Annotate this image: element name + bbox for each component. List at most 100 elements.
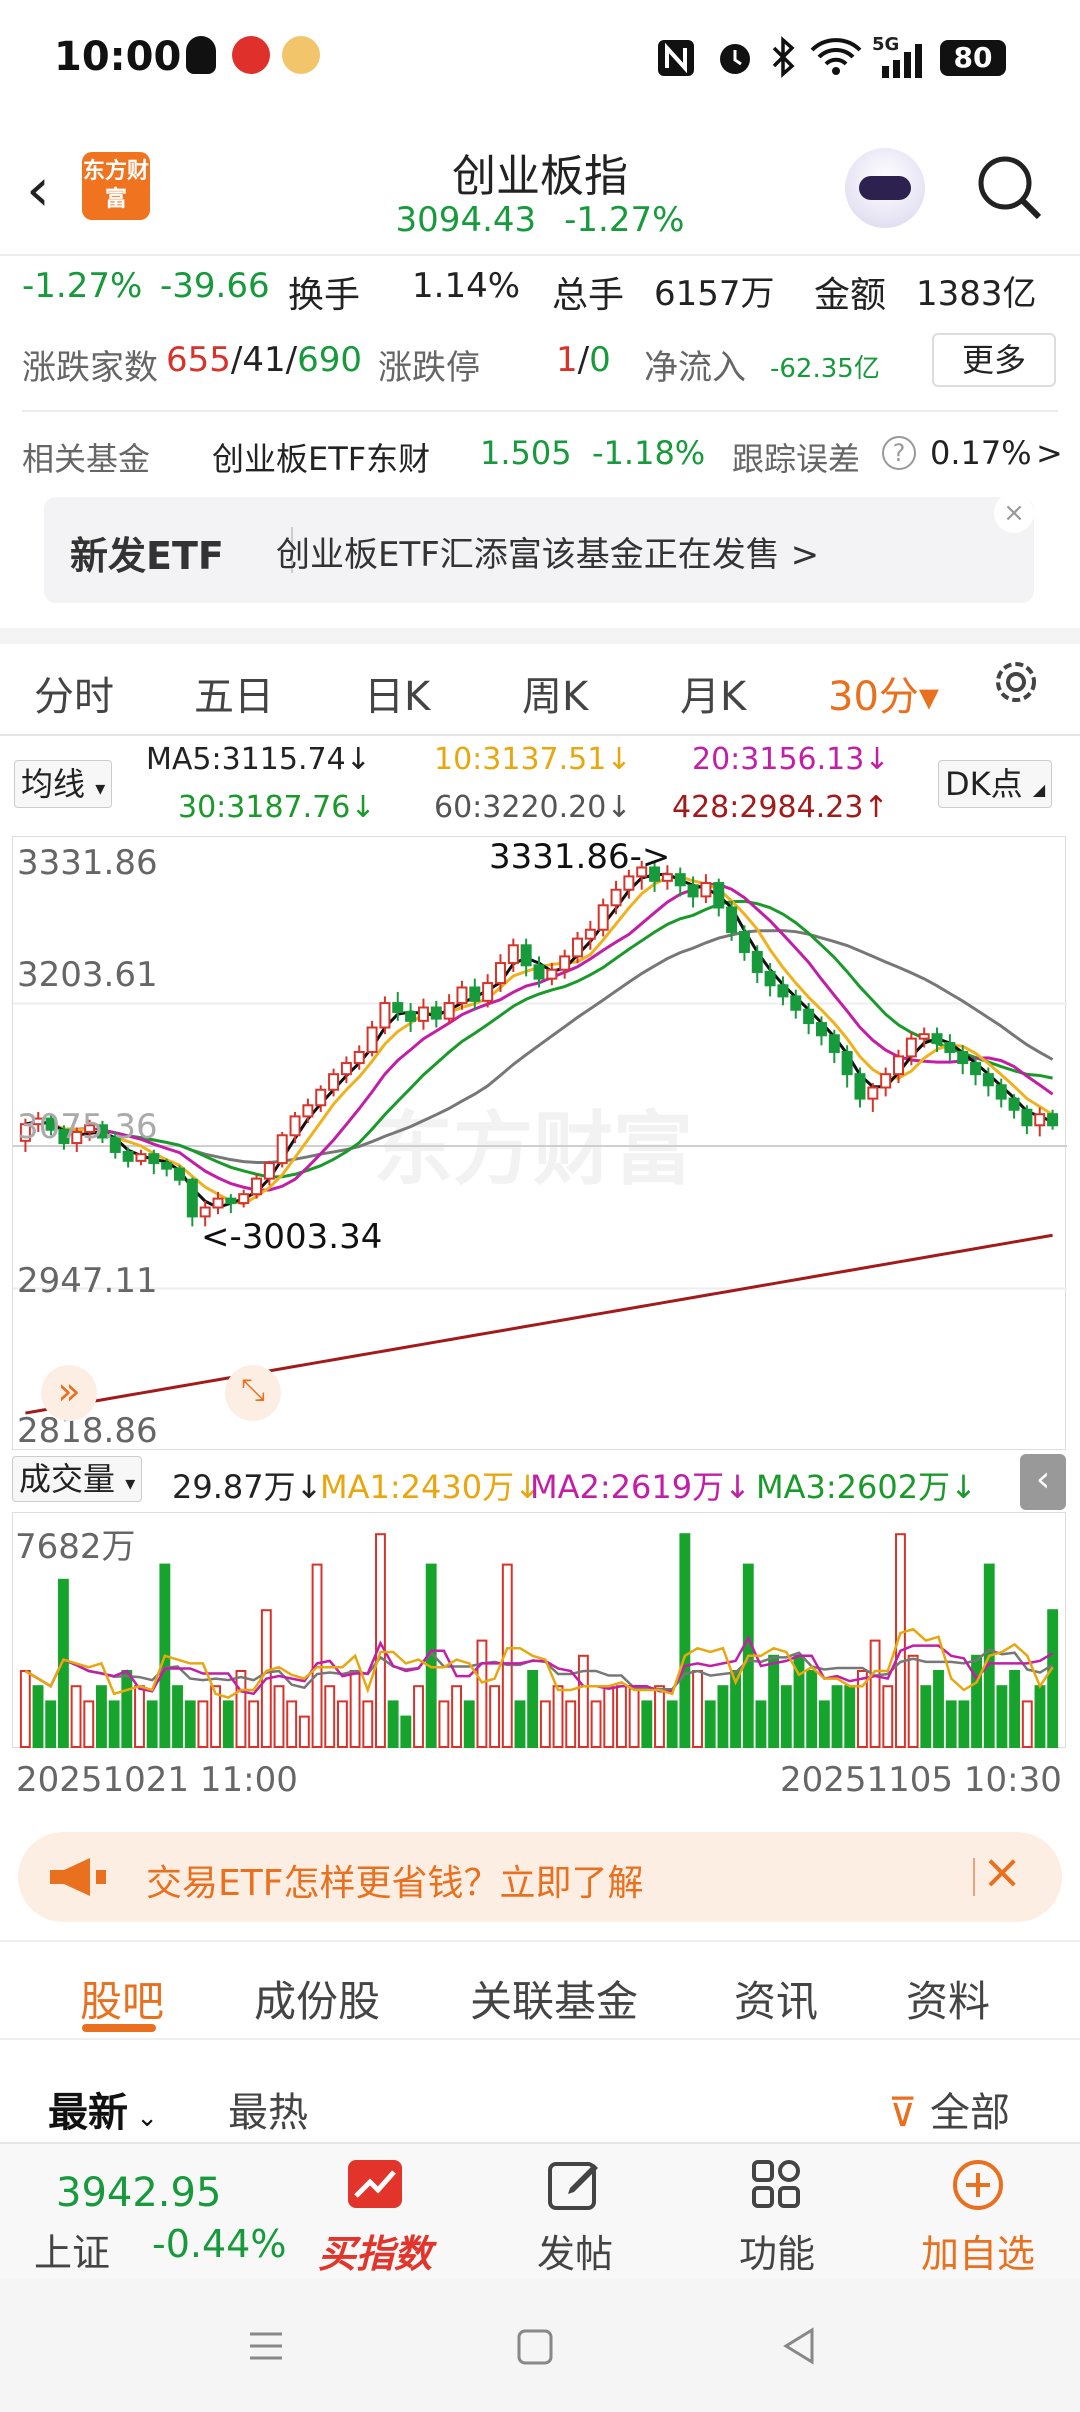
volume-bar	[971, 1654, 982, 1748]
ma428-value: 428:2984.23↑	[672, 790, 889, 825]
volume-selector[interactable]: 成交量 ▾	[12, 1456, 143, 1502]
candle	[225, 1194, 237, 1214]
volume-bar	[552, 1685, 564, 1748]
tab-weekly-k[interactable]: 周K	[522, 664, 588, 722]
candle	[135, 1149, 147, 1166]
watermark: 东方财富	[373, 1105, 693, 1194]
bluetooth-icon	[772, 36, 795, 78]
volume-bar	[882, 1685, 894, 1748]
sort-hot[interactable]: 最热	[228, 2080, 308, 2138]
ma-selector[interactable]: 均线 ▾	[14, 760, 113, 808]
volume-bar	[451, 1685, 462, 1748]
tab-intraday[interactable]: 分时	[34, 664, 114, 722]
buy-index-button[interactable]: 买指数	[310, 2158, 440, 2278]
tab-related-funds[interactable]: 关联基金	[470, 1968, 638, 2029]
assistant-robot-icon[interactable]	[845, 148, 925, 228]
wifi-icon	[810, 38, 862, 75]
volume-bar	[920, 1685, 932, 1748]
candle	[764, 963, 776, 997]
volume-bar	[539, 1700, 551, 1748]
candle	[1021, 1105, 1033, 1135]
candle	[276, 1131, 288, 1168]
tab-daily-k[interactable]: 日K	[364, 664, 430, 722]
tab-guba[interactable]: 股吧	[80, 1968, 164, 2029]
candle	[251, 1174, 263, 1199]
volume-bar	[717, 1685, 729, 1748]
settings-gear-icon[interactable]	[988, 654, 1044, 710]
volume-value: 6157万	[654, 274, 775, 314]
candle	[186, 1177, 198, 1227]
functions-button[interactable]: 功能	[722, 2158, 832, 2278]
volume-svg	[19, 1533, 1059, 1749]
volume-bar	[628, 1685, 640, 1748]
limit-label: 涨跌停	[378, 348, 480, 388]
volume-bar	[996, 1685, 1008, 1748]
tab-monthly-k[interactable]: 月K	[680, 664, 746, 722]
bottom-action-bar: 3942.95 上证 -0.44% 买指数 发帖 功能 加自选	[0, 2142, 1080, 2278]
volume-bar	[768, 1654, 780, 1748]
volume-bar	[197, 1700, 209, 1748]
mini-index-name: 上证	[34, 2231, 111, 2275]
volume-bar	[222, 1700, 234, 1748]
status-bar: 10:00 5G 80	[0, 0, 1080, 120]
add-watchlist-button[interactable]: 加自选	[908, 2158, 1048, 2278]
candle	[867, 1083, 879, 1112]
limit-down: 0	[589, 340, 611, 380]
search-icon[interactable]	[975, 153, 1043, 221]
status-time: 10:00	[54, 34, 182, 80]
new-etf-banner[interactable]: 新发ETF 创业板ETF汇添富该基金正在发售 > ×	[44, 493, 1034, 603]
banner-text: 创业板ETF汇添富该基金正在发售 >	[276, 535, 820, 575]
volume-bar	[1021, 1700, 1033, 1748]
candle	[174, 1165, 185, 1186]
volume-bar	[527, 1670, 539, 1748]
volume-bar	[806, 1670, 818, 1748]
volume-bar	[400, 1715, 412, 1749]
ma5-value: MA5:3115.74↓	[146, 742, 371, 777]
promo-notice[interactable]: 交易ETF怎样更省钱？立即了解 ×	[18, 1832, 1062, 1922]
amount-label: 金额	[814, 275, 887, 316]
promo-close-icon[interactable]: ×	[982, 1844, 1022, 1900]
back-nav-icon[interactable]	[780, 2326, 818, 2366]
stock-header: ‹ 东方财富 创业板指 3094.43 -1.27%	[0, 120, 1080, 255]
promo-text: 交易ETF怎样更省钱？立即了解	[146, 1863, 644, 1904]
filter-all[interactable]: ⊽ 全部	[888, 2080, 1010, 2138]
volume-bar	[780, 1685, 792, 1748]
breadth-values: 655/41/690	[166, 340, 363, 380]
megaphone-icon	[50, 1858, 106, 1896]
menu-nav-icon[interactable]	[246, 2328, 286, 2364]
tracking-error-label: 跟踪误差	[732, 440, 861, 478]
weibo-icon	[232, 36, 270, 74]
volume-bar	[933, 1670, 944, 1748]
volume-chart[interactable]: 7682万	[12, 1512, 1066, 1749]
candle	[148, 1149, 160, 1175]
tab-profile[interactable]: 资料	[906, 1968, 990, 2029]
volume-bar	[45, 1700, 57, 1748]
indicator-collapse-icon[interactable]: ‹	[1020, 1454, 1066, 1510]
kline-chart[interactable]: 东方财富 3331.86 3203.61 3075.36 2947.11 281…	[12, 836, 1067, 1451]
volume-bar	[577, 1654, 589, 1748]
tab-constituents[interactable]: 成份股	[254, 1968, 380, 2029]
tab-news[interactable]: 资讯	[734, 1968, 818, 2029]
help-icon[interactable]: ?	[882, 436, 916, 470]
volume-bar	[831, 1685, 843, 1748]
tab-five-day[interactable]: 五日	[194, 664, 274, 722]
volume-bar	[387, 1700, 399, 1748]
volume-bar	[362, 1700, 374, 1748]
sort-latest[interactable]: 最新 ⌄	[48, 2080, 158, 2138]
stat-change: -39.66	[160, 266, 270, 306]
volume-bar	[565, 1700, 577, 1748]
tab-30min[interactable]: 30分▾	[828, 664, 939, 722]
volume-bar	[1034, 1685, 1046, 1748]
volume-bar	[489, 1685, 501, 1748]
candle	[828, 1029, 840, 1064]
banner-close-icon[interactable]: ×	[994, 493, 1034, 533]
collapse-arrow-icon[interactable]: »	[41, 1365, 97, 1421]
volume-bar	[248, 1700, 260, 1748]
home-nav-icon[interactable]	[516, 2328, 554, 2366]
more-button[interactable]: 更多	[932, 333, 1056, 387]
mini-index-price[interactable]: 3942.95	[56, 2170, 221, 2216]
fullscreen-icon[interactable]: ⤡	[225, 1365, 281, 1421]
price-axis-0: 3331.86	[17, 843, 158, 883]
dk-point-button[interactable]: DK点 ◢	[938, 760, 1053, 808]
post-button[interactable]: 发帖	[520, 2158, 630, 2278]
